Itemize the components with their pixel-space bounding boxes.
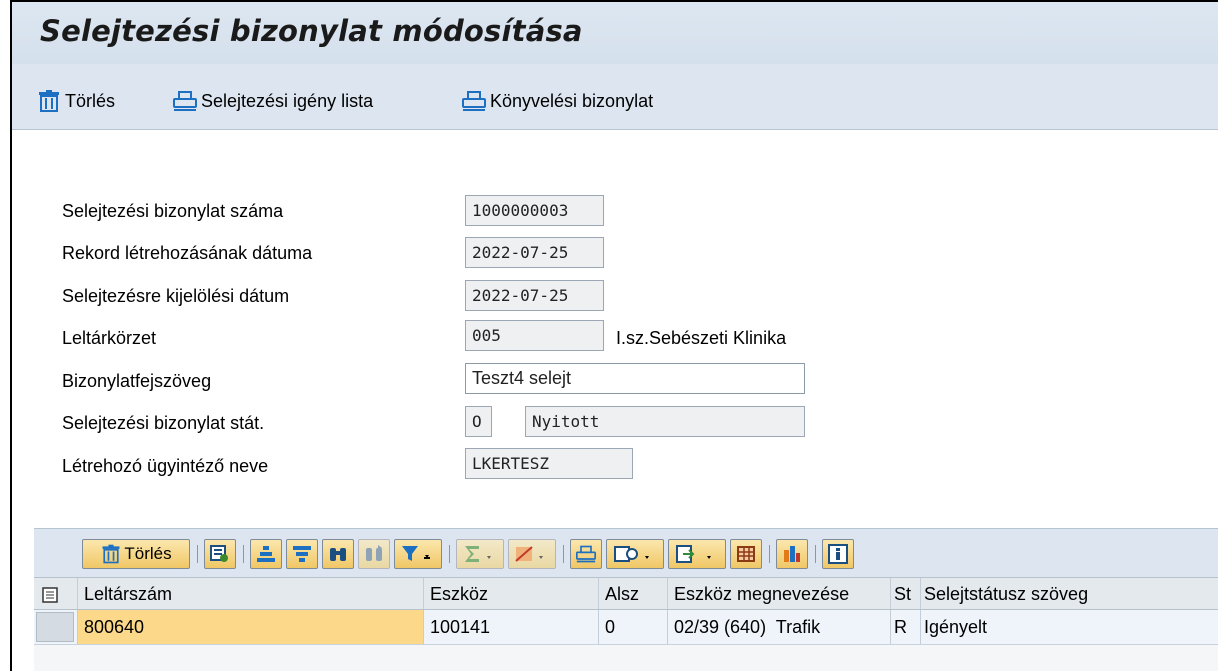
- inventory-area-label: Leltárkörzet: [62, 328, 157, 348]
- creator-field[interactable]: LKERTESZ: [465, 448, 633, 479]
- separator: [563, 545, 564, 563]
- column-header-asset-description[interactable]: Eszköz megnevezése: [668, 578, 891, 609]
- doc-number-field[interactable]: 1000000003: [465, 195, 604, 226]
- delete-button[interactable]: Törlés: [36, 88, 115, 114]
- sum-icon: [462, 544, 498, 564]
- column-header-subnumber[interactable]: Alsz: [599, 578, 668, 609]
- posting-document-label: Könyvelési bizonylat: [490, 90, 654, 111]
- doc-status-text-field[interactable]: Nyitott: [525, 406, 805, 437]
- select-all-cell[interactable]: [34, 578, 78, 609]
- table-layout-icon: [736, 544, 756, 564]
- info-icon: [828, 544, 848, 564]
- find-next-icon: [364, 544, 384, 564]
- sort-ascending-button[interactable]: [250, 539, 282, 569]
- trash-icon: [36, 89, 62, 113]
- details-icon: [209, 544, 231, 564]
- inventory-area-description: I.sz.Sebészeti Klinika: [616, 328, 787, 348]
- sort-descending-button[interactable]: [286, 539, 318, 569]
- printer-icon: [172, 89, 198, 113]
- column-layout-icon: [42, 584, 58, 604]
- cell-status[interactable]: R: [891, 610, 921, 644]
- marked-date-label: Selejtezésre kijelölési dátum: [62, 286, 290, 306]
- creator-label: Létrehozó ügyintéző neve: [62, 456, 269, 476]
- separator: [243, 545, 244, 563]
- main-window: Selejtezési bizonylat módosítása Törlés: [10, 0, 1218, 671]
- marked-date-field[interactable]: 2022-07-25: [465, 280, 604, 311]
- total-button[interactable]: [456, 539, 504, 569]
- views-icon: [612, 544, 658, 564]
- bar-chart-icon: [782, 544, 802, 564]
- cell-asset[interactable]: 100141: [424, 610, 599, 644]
- filter-icon: [400, 544, 436, 564]
- separator: [769, 545, 770, 563]
- grid-empty-area: [34, 645, 1218, 671]
- find-button[interactable]: [322, 539, 354, 569]
- cell-inventory-number[interactable]: 800640: [78, 610, 424, 644]
- printer-icon: [575, 544, 597, 564]
- info-button[interactable]: [822, 539, 854, 569]
- separator: [815, 545, 816, 563]
- separator: [197, 545, 198, 563]
- grid-delete-button[interactable]: Törlés: [82, 539, 190, 569]
- request-list-button[interactable]: Selejtezési igény lista: [172, 88, 373, 114]
- grid-delete-label: Törlés: [124, 544, 172, 563]
- subtotal-icon: [514, 544, 550, 564]
- header-text-input[interactable]: Teszt4 selejt: [465, 363, 805, 394]
- column-header-status[interactable]: St: [891, 578, 921, 609]
- views-button[interactable]: [606, 539, 664, 569]
- layout-button[interactable]: [730, 539, 762, 569]
- filter-button[interactable]: [394, 539, 442, 569]
- subtotal-button[interactable]: [508, 539, 556, 569]
- item-grid: Törlés Leltárszám Eszköz Alsz Eszköz meg…: [34, 528, 1218, 671]
- find-next-button[interactable]: [358, 539, 390, 569]
- grid-header-row: Leltárszám Eszköz Alsz Eszköz megnevezés…: [34, 577, 1218, 610]
- application-toolbar: Törlés Selejtezési igény lista Könyvelés…: [12, 64, 1218, 130]
- inventory-area-field[interactable]: 005: [465, 320, 604, 351]
- table-row[interactable]: 800640 100141 0 02/39 (640) Trafik R Igé…: [34, 610, 1218, 645]
- details-button[interactable]: [204, 539, 236, 569]
- printer-icon: [461, 89, 487, 113]
- graphic-button[interactable]: [776, 539, 808, 569]
- cell-status-text[interactable]: Igényelt: [921, 610, 1218, 644]
- doc-status-label: Selejtezési bizonylat stát.: [62, 413, 265, 433]
- created-date-field[interactable]: 2022-07-25: [465, 237, 604, 268]
- binoculars-icon: [328, 544, 348, 564]
- column-header-status-text[interactable]: Selejtstátusz szöveg: [921, 578, 1218, 609]
- doc-status-code-field[interactable]: O: [465, 406, 492, 437]
- page-title: Selejtezési bizonylat módosítása: [40, 14, 583, 48]
- delete-button-label: Törlés: [65, 90, 116, 111]
- request-list-label: Selejtezési igény lista: [201, 90, 374, 111]
- row-selector[interactable]: [34, 610, 78, 644]
- created-date-label: Rekord létrehozásának dátuma: [62, 243, 313, 263]
- export-icon: [674, 544, 720, 564]
- trash-icon: [100, 543, 122, 565]
- doc-number-label: Selejtezési bizonylat száma: [62, 201, 284, 221]
- sort-ascending-icon: [256, 544, 276, 564]
- title-bar: Selejtezési bizonylat módosítása: [12, 2, 1218, 64]
- separator: [449, 545, 450, 563]
- print-button[interactable]: [570, 539, 602, 569]
- posting-document-button[interactable]: Könyvelési bizonylat: [461, 88, 653, 114]
- column-header-inventory-number[interactable]: Leltárszám: [78, 578, 424, 609]
- column-header-asset[interactable]: Eszköz: [424, 578, 599, 609]
- export-button[interactable]: [668, 539, 726, 569]
- cell-asset-description[interactable]: 02/39 (640) Trafik: [668, 610, 891, 644]
- sort-descending-icon: [292, 544, 312, 564]
- header-text-label: Bizonylatfejszöveg: [62, 371, 212, 391]
- grid-toolbar: Törlés: [34, 528, 1218, 577]
- cell-subnumber[interactable]: 0: [599, 610, 668, 644]
